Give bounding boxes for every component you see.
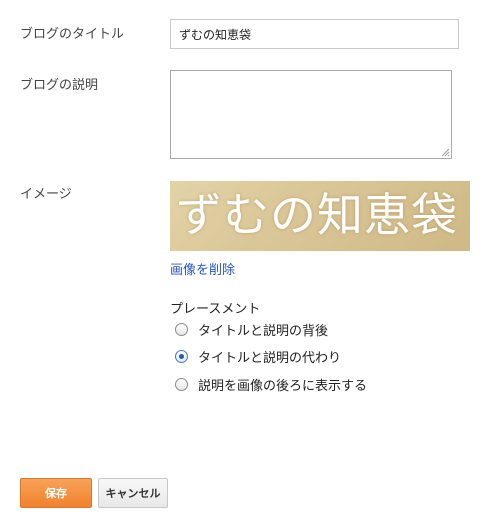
placement-option-label: 説明を画像の後ろに表示する — [198, 378, 368, 394]
radio-button-selected[interactable] — [175, 349, 188, 363]
placement-label: プレースメント — [170, 302, 261, 317]
banner-title-text: ずむの知恵袋 — [176, 188, 458, 242]
radio-button[interactable] — [175, 322, 188, 336]
blog-title-input[interactable] — [170, 19, 459, 49]
blog-title-label: ブログのタイトル — [20, 27, 125, 42]
placement-option-after[interactable]: 説明を画像の後ろに表示する — [175, 376, 368, 394]
blog-description-label: ブログの説明 — [20, 78, 99, 93]
placement-option-instead[interactable]: タイトルと説明の代わり — [175, 348, 342, 366]
cancel-button[interactable]: キャンセル — [98, 478, 168, 508]
placement-option-behind[interactable]: タイトルと説明の背後 — [175, 321, 329, 339]
remove-image-link[interactable]: 画像を削除 — [170, 259, 235, 278]
blog-description-textarea[interactable] — [170, 70, 452, 159]
save-button[interactable]: 保存 — [20, 478, 92, 508]
header-image-banner: ずむの知恵袋 — [170, 181, 470, 251]
placement-option-label: タイトルと説明の背後 — [198, 323, 329, 339]
radio-button[interactable] — [175, 377, 188, 391]
image-label: イメージ — [20, 187, 72, 202]
placement-option-label: タイトルと説明の代わり — [198, 350, 342, 366]
